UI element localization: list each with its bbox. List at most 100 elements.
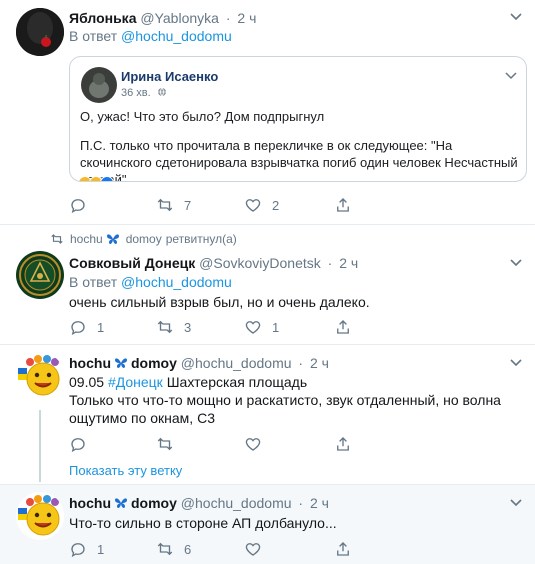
chevron-down-icon[interactable] <box>509 358 523 368</box>
quoted-timestamp: 36 хв. <box>121 87 167 99</box>
heart-icon <box>245 543 261 556</box>
user-handle[interactable]: @hochu_dodomu <box>181 495 292 511</box>
separator-dot: · <box>298 355 304 371</box>
retweeted-suffix: ретвитнул(а) <box>165 232 237 246</box>
display-name-b[interactable]: domoy <box>131 495 177 511</box>
retweeter-name-a[interactable]: hochu <box>70 232 103 246</box>
reply-icon <box>71 543 85 558</box>
like-button[interactable]: 2 <box>244 195 279 215</box>
display-name[interactable]: Яблонька <box>69 10 136 26</box>
user-handle[interactable]: @Yablonyka <box>140 10 219 26</box>
reply-context: В ответ @hochu_dodomu <box>69 27 232 45</box>
heart-icon <box>245 438 261 451</box>
avatar[interactable] <box>16 352 64 400</box>
hashtag-link[interactable]: #Донецк <box>108 374 163 390</box>
timestamp[interactable]: 2 ч <box>310 495 329 511</box>
timestamp[interactable]: 2 ч <box>339 255 358 271</box>
quoted-avatar[interactable] <box>81 67 117 103</box>
tweet-header: hochu domoy @hochu_dodomu · 2 ч <box>69 354 329 372</box>
timestamp[interactable]: 2 ч <box>237 10 256 26</box>
reply-button[interactable]: 1 <box>69 317 104 337</box>
thread-connector <box>39 410 41 482</box>
tweet-header: Яблонька @Yablonyka · 2 ч <box>69 9 256 27</box>
quoted-time-text: 36 хв. <box>121 87 151 99</box>
retweeter-name-b[interactable]: domoy <box>126 232 162 246</box>
tweet-text: очень сильный взрыв был, но и очень дале… <box>69 294 370 310</box>
display-name-b[interactable]: domoy <box>131 355 177 371</box>
display-name-a[interactable]: hochu <box>69 355 111 371</box>
heart-icon <box>245 321 261 334</box>
chevron-down-icon[interactable] <box>509 498 523 508</box>
reply-icon <box>71 438 85 453</box>
retweet-icon <box>157 437 173 451</box>
avatar[interactable] <box>16 251 64 299</box>
separator-dot: · <box>327 255 333 271</box>
quoted-text-line2: П.С. только что прочитала в перекличке в… <box>80 138 518 181</box>
tweet-date: 09.05 <box>69 374 105 390</box>
retweet-context: hochu domoy ретвитнул(а) <box>50 232 237 246</box>
retweet-button[interactable]: 6 <box>156 539 191 559</box>
tweet-actions: 7 2 <box>69 195 369 215</box>
more-options-icon[interactable] <box>505 71 517 80</box>
tweet-text-rest: Шахтерская площадь <box>166 374 308 390</box>
like-button[interactable] <box>244 434 272 454</box>
like-button[interactable] <box>244 539 272 559</box>
like-button[interactable]: 1 <box>244 317 279 337</box>
quoted-author-name[interactable]: Ирина Исаенко <box>121 69 218 84</box>
share-icon <box>337 198 349 212</box>
like-count: 2 <box>272 197 280 213</box>
reply-count: 1 <box>97 319 105 335</box>
heart-icon <box>245 199 261 212</box>
show-thread-link[interactable]: Показать эту ветку <box>69 463 182 478</box>
separator-dot: · <box>225 10 231 26</box>
reply-context: В ответ @hochu_dodomu <box>69 273 232 291</box>
share-icon <box>337 542 349 556</box>
tweet-actions <box>69 434 369 454</box>
butterfly-icon <box>115 498 127 508</box>
share-button[interactable] <box>334 195 352 215</box>
retweet-icon <box>51 234 63 244</box>
tweet-actions: 1 6 <box>69 539 369 559</box>
chevron-down-icon[interactable] <box>509 258 523 268</box>
tweet-text: Что-то сильно в стороне АП долбануло... <box>69 515 337 531</box>
timestamp[interactable]: 2 ч <box>310 355 329 371</box>
tweet-actions: 1 3 1 <box>69 317 369 337</box>
tweet-yablonka[interactable]: Яблонька @Yablonyka · 2 ч В ответ @hochu… <box>0 0 535 225</box>
share-button[interactable] <box>334 434 352 454</box>
retweet-count: 6 <box>184 541 192 557</box>
display-name[interactable]: Совковый Донецк <box>69 255 195 271</box>
tweet-text-line2: Только что что-то мощно и раскатисто, зв… <box>69 392 501 426</box>
display-name-a[interactable]: hochu <box>69 495 111 511</box>
reply-button[interactable]: 1 <box>69 539 104 559</box>
retweet-count: 7 <box>184 197 192 213</box>
user-handle[interactable]: @hochu_dodomu <box>181 355 292 371</box>
reply-button[interactable] <box>69 195 97 215</box>
chevron-down-icon[interactable] <box>509 12 523 22</box>
retweet-button[interactable]: 3 <box>156 317 191 337</box>
share-button[interactable] <box>334 539 352 559</box>
reply-prefix: В ответ <box>69 274 118 290</box>
share-icon <box>337 320 349 334</box>
retweet-button[interactable]: 7 <box>156 195 191 215</box>
avatar[interactable] <box>16 492 64 540</box>
reply-count: 1 <box>97 541 105 557</box>
retweet-count: 3 <box>184 319 192 335</box>
like-count: 1 <box>272 319 280 335</box>
globe-icon <box>157 87 166 97</box>
reply-to-link[interactable]: @hochu_dodomu <box>121 28 232 44</box>
quoted-text-line1: О, ужас! Что это было? Дом подпрыгнул <box>80 109 325 124</box>
reply-prefix: В ответ <box>69 28 118 44</box>
share-button[interactable] <box>334 317 352 337</box>
butterfly-icon <box>106 234 119 244</box>
quoted-post-card[interactable]: Ирина Исаенко 36 хв. О, ужас! Что это бы… <box>69 56 527 182</box>
retweet-icon <box>157 320 173 334</box>
retweet-button[interactable] <box>156 434 184 454</box>
tweet-text: 09.05 #Донецк Шахтерская площадь Только … <box>69 373 519 427</box>
butterfly-icon <box>115 358 127 368</box>
user-handle[interactable]: @SovkoviyDonetsk <box>199 255 321 271</box>
reply-icon <box>71 199 85 214</box>
avatar[interactable] <box>16 8 64 56</box>
reply-to-link[interactable]: @hochu_dodomu <box>121 274 232 290</box>
reply-icon <box>71 321 85 336</box>
reply-button[interactable] <box>69 434 97 454</box>
